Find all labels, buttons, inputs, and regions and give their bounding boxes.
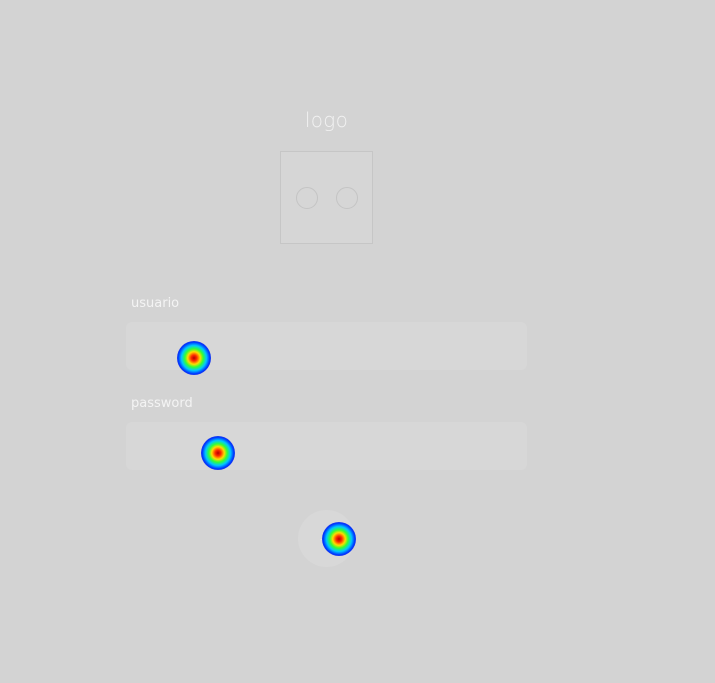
logo-right-eye <box>336 187 358 209</box>
username-label: usuario <box>131 296 180 311</box>
logo-left-eye <box>296 187 318 209</box>
username-input[interactable] <box>126 322 527 370</box>
logo-face-icon <box>280 151 373 244</box>
arrow-right-icon: → <box>317 529 333 546</box>
password-label: password <box>131 396 193 411</box>
logo-title: logo <box>304 108 349 132</box>
password-input[interactable] <box>126 422 527 470</box>
login-submit-button[interactable]: → <box>298 510 355 567</box>
